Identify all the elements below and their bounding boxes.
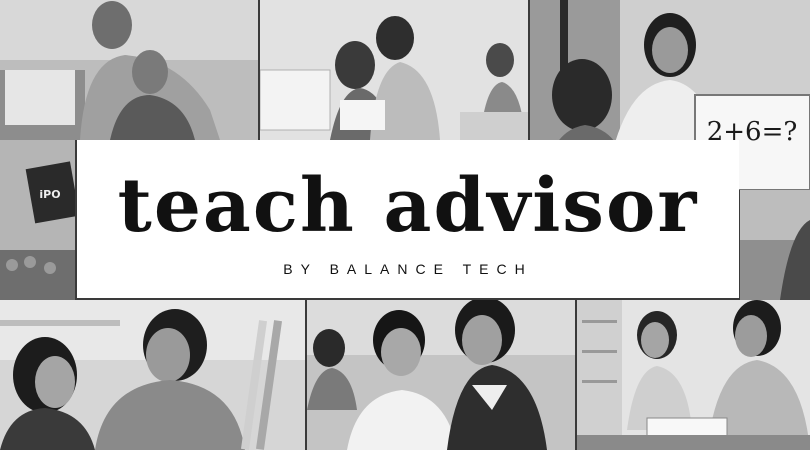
photo-father-daughter-laptop [0, 0, 258, 140]
photo-two-women-studying [577, 300, 810, 450]
photo-teacher-boy-writing [307, 300, 575, 450]
box-label-text: iPO [39, 188, 60, 201]
photo-mother-daughter-reading [0, 300, 305, 450]
brand-subtitle: BY BALANCE TECH [283, 261, 533, 277]
photo-right-strip [740, 190, 810, 300]
brand-title: teach advisor [117, 163, 699, 249]
photo-left-strip: iPO [0, 140, 75, 300]
title-banner: teach advisor BY BALANCE TECH [77, 140, 739, 298]
photo-teacher-students-classroom [260, 0, 528, 140]
